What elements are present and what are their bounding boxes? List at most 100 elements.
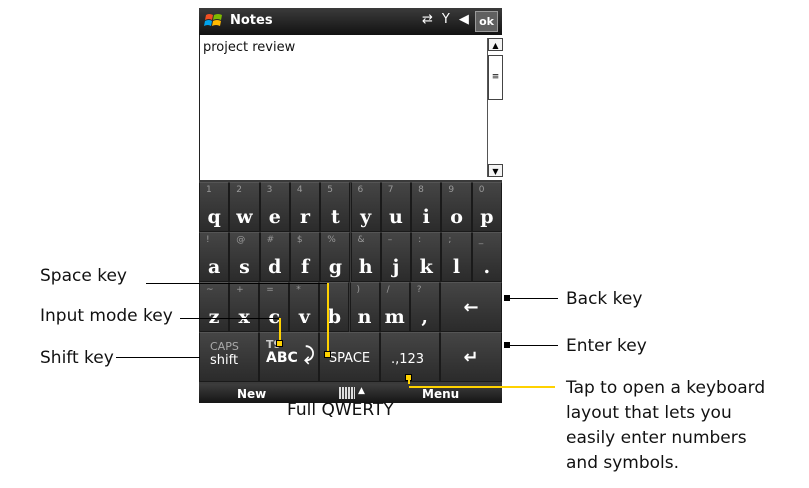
ok-button[interactable]: ok bbox=[475, 11, 498, 32]
key-3-7[interactable]: / m bbox=[379, 282, 410, 332]
key-3-8[interactable]: ?, bbox=[409, 282, 440, 332]
vertical-scrollbar[interactable]: ▲ ≡ ▼ bbox=[487, 38, 503, 177]
key-symbol: 8 bbox=[418, 185, 424, 195]
key-2-7[interactable]: – j bbox=[380, 232, 412, 282]
key-1-1[interactable]: 1q bbox=[199, 182, 230, 232]
key-letter: o bbox=[450, 206, 463, 228]
input-mode-key[interactable]: T9 ABC ⤸ bbox=[259, 332, 319, 382]
key-3-3[interactable]: = c bbox=[259, 282, 290, 332]
key-letter: b bbox=[327, 306, 342, 328]
key-symbol: ; bbox=[448, 235, 452, 245]
key-2-6[interactable]: & h bbox=[350, 232, 381, 282]
key-1-7[interactable]: 7u bbox=[380, 182, 412, 232]
key-letter: g bbox=[328, 256, 342, 278]
key-symbol: ? bbox=[416, 285, 422, 295]
shift-key[interactable]: CAPS shift bbox=[199, 332, 259, 382]
key-2-3[interactable]: # d bbox=[259, 232, 290, 282]
key-2-8[interactable]: :k bbox=[411, 232, 442, 282]
key-3-2[interactable]: + x bbox=[229, 282, 260, 332]
key-1-4[interactable]: 4r bbox=[289, 182, 321, 232]
key-letter: s bbox=[239, 256, 250, 278]
key-letter: n bbox=[357, 306, 372, 328]
key-3-1[interactable]: ~ z bbox=[199, 282, 230, 332]
speaker-icon[interactable]: ◀ bbox=[459, 12, 469, 27]
note-line-3: easily enter numbers bbox=[566, 428, 747, 448]
back-key-label: Back key bbox=[566, 289, 643, 309]
windows-logo-icon[interactable] bbox=[204, 12, 224, 30]
space-callout-marker bbox=[324, 351, 331, 358]
key-symbol: $ bbox=[296, 235, 303, 245]
key-symbol: 5 bbox=[327, 185, 333, 195]
key-1-5[interactable]: 5t bbox=[320, 182, 351, 232]
key-1-9[interactable]: 9o bbox=[441, 182, 472, 232]
new-softkey[interactable]: New bbox=[237, 387, 266, 401]
key-letter: u bbox=[389, 206, 403, 228]
key-1-10[interactable]: 0p bbox=[471, 182, 502, 232]
key-symbol: _ bbox=[478, 235, 484, 245]
key-letter: e bbox=[268, 206, 281, 228]
key-3-4[interactable]: * v bbox=[289, 282, 320, 332]
key-symbol: – bbox=[387, 235, 393, 245]
key-letter: t bbox=[330, 206, 340, 228]
input-menu-caret-icon[interactable]: ▲ bbox=[358, 386, 365, 396]
key-letter: x bbox=[238, 306, 250, 328]
key-letter: k bbox=[419, 256, 433, 278]
input-mode-leader bbox=[180, 318, 280, 319]
key-letter: . bbox=[483, 256, 491, 278]
key-letter: d bbox=[268, 256, 282, 278]
key-symbol: ! bbox=[206, 235, 210, 245]
key-letter: c bbox=[268, 306, 281, 328]
space-key-label: Space key bbox=[40, 266, 127, 286]
key-1-3[interactable]: 3e bbox=[259, 182, 290, 232]
key-symbol: * bbox=[296, 285, 301, 295]
key-symbol: 7 bbox=[387, 185, 394, 195]
shift-key-leader bbox=[116, 357, 200, 358]
key-letter: , bbox=[421, 306, 429, 328]
key-symbol: = bbox=[266, 285, 274, 295]
connectivity-icon[interactable]: ⇄ bbox=[422, 12, 433, 27]
key-letter: y bbox=[360, 206, 372, 228]
key-letter: p bbox=[480, 206, 494, 228]
space-callout-line bbox=[327, 292, 329, 354]
enter-arrow-icon: ↵ bbox=[463, 346, 479, 368]
note-editor[interactable]: project review ▲ ≡ ▼ bbox=[199, 35, 503, 180]
key-2-9[interactable]: ; l bbox=[441, 232, 472, 282]
shift-label: shift bbox=[210, 353, 239, 368]
status-icons: ⇄ Y ◀ bbox=[422, 12, 469, 27]
key-3-5[interactable]: (b bbox=[319, 282, 350, 332]
key-1-6[interactable]: 6y bbox=[350, 182, 381, 232]
qwerty-keyboard: 1 q 2 w 3 e 4 r 5 t 6 y 7 u 8 i 9 o 0 p! a @ s # d $ f% g & h – j: k; l _.… bbox=[199, 180, 502, 392]
keyboard-icon[interactable] bbox=[339, 387, 355, 399]
enter-key[interactable]: ↵ bbox=[440, 332, 502, 382]
key-1-2[interactable]: 2w bbox=[229, 182, 260, 232]
back-key-leader bbox=[510, 298, 558, 299]
key-symbol: 2 bbox=[236, 185, 243, 195]
enter-key-leader bbox=[510, 345, 558, 346]
signal-icon[interactable]: Y bbox=[442, 12, 450, 27]
key-symbol: : bbox=[418, 235, 422, 245]
menu-softkey[interactable]: Menu bbox=[422, 387, 459, 401]
key-2-1[interactable]: ! a bbox=[199, 232, 230, 282]
key-symbol: 4 bbox=[296, 185, 303, 195]
scroll-thumb[interactable]: ≡ bbox=[488, 55, 503, 100]
key-symbol: & bbox=[357, 235, 365, 245]
note-text[interactable]: project review bbox=[203, 40, 295, 55]
key-2-2[interactable]: @ s bbox=[229, 232, 260, 282]
note-line-1: Tap to open a keyboard bbox=[566, 378, 766, 398]
key-symbol: 0 bbox=[478, 185, 485, 195]
key-symbol: 3 bbox=[266, 185, 273, 195]
key-1-8[interactable]: 8i bbox=[411, 182, 442, 232]
number-layout-description: Tap to open a keyboard layout that lets … bbox=[566, 376, 765, 476]
scroll-down-button[interactable]: ▼ bbox=[488, 164, 503, 177]
key-2-5[interactable]: % g bbox=[320, 232, 351, 282]
note-line-4: and symbols. bbox=[566, 453, 680, 473]
key-letter: h bbox=[358, 256, 373, 278]
scroll-up-button[interactable]: ▲ bbox=[488, 38, 503, 51]
phone-screen: Notes ⇄ Y ◀ ok project review ▲ ≡ ▼ 1q2w… bbox=[199, 8, 503, 403]
key-letter: z bbox=[208, 306, 220, 328]
key-2-10[interactable]: _. bbox=[471, 232, 502, 282]
key-letter: l bbox=[452, 256, 461, 278]
back-key[interactable]: ← bbox=[440, 282, 502, 332]
key-2-4[interactable]: $ f bbox=[289, 232, 321, 282]
key-3-6[interactable]: ) n bbox=[349, 282, 380, 332]
